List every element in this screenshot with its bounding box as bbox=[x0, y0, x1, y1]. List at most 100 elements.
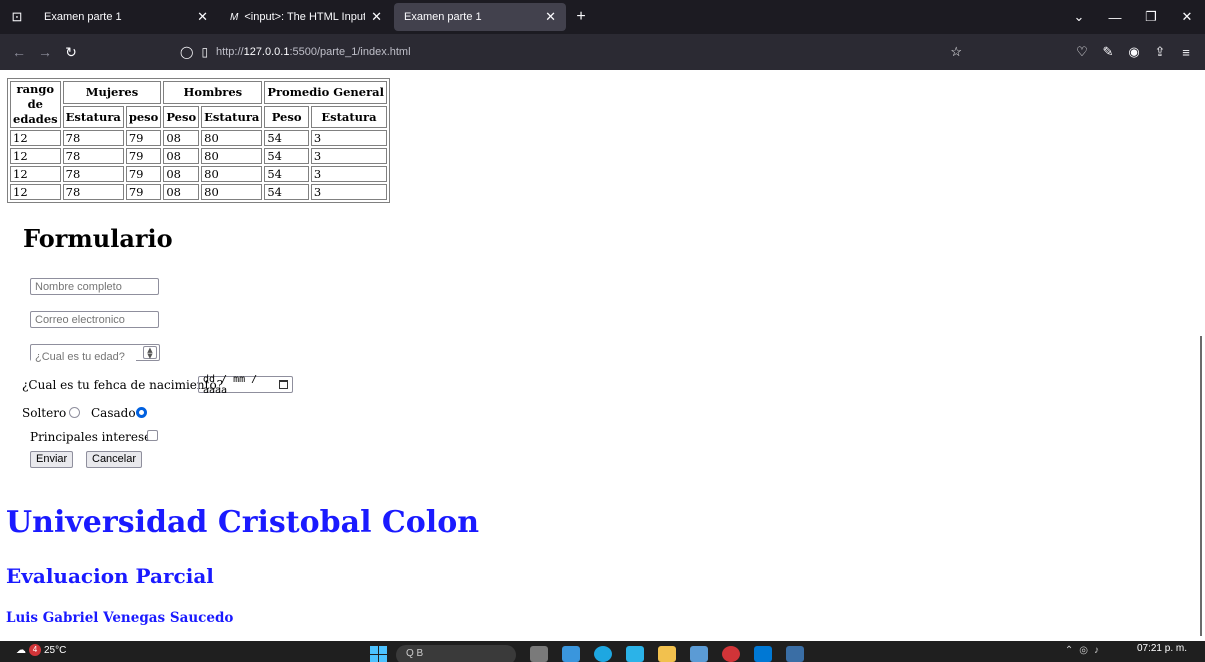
table-cell: 80 bbox=[201, 184, 263, 200]
tab-title: Examen parte 1 bbox=[44, 11, 122, 23]
table-cell: 80 bbox=[201, 130, 263, 146]
table-header-cell: Mujeres bbox=[62, 81, 162, 104]
browser-tab-bar: ⊡ Examen parte 1 ✕ M <input>: The HTML I… bbox=[0, 0, 1205, 34]
submit-button[interactable]: Enviar bbox=[30, 451, 74, 468]
mail-icon[interactable] bbox=[690, 646, 708, 662]
table-cell: 79 bbox=[125, 130, 162, 146]
table-cell: 78 bbox=[62, 166, 124, 182]
weather-widget[interactable]: ☁ 4 25°C bbox=[16, 644, 66, 656]
minimize-icon[interactable]: — bbox=[1097, 10, 1133, 25]
weather-temp: 25°C bbox=[44, 644, 67, 656]
new-tab-icon[interactable]: + bbox=[568, 8, 594, 26]
browser-nav-bar: ← → ↻ ◯ ▯ http://127.0.0.1:5500/parte_1/… bbox=[0, 34, 1205, 70]
tab-examen-1[interactable]: Examen parte 1 ✕ bbox=[34, 3, 218, 31]
table-cell: 79 bbox=[125, 166, 162, 182]
tab-list-icon[interactable]: ⊡ bbox=[0, 0, 34, 34]
extensions-icon[interactable]: ⇪ bbox=[1147, 44, 1173, 60]
age-input-wrapper: ▲▼ bbox=[30, 344, 160, 365]
tab-examen-active[interactable]: Examen parte 1 ✕ bbox=[394, 3, 566, 31]
table-header-cell: Peso bbox=[163, 105, 200, 128]
table-header-cell: Estatura bbox=[62, 105, 124, 128]
table-cell: 08 bbox=[163, 130, 200, 146]
birthdate-label: ¿Cual es tu fehca de nacimiento? bbox=[22, 378, 224, 392]
married-radio[interactable] bbox=[136, 407, 147, 418]
stepper-icon[interactable]: ▲ ▼ bbox=[143, 346, 157, 360]
system-tray-icons[interactable]: ⌃◎♪ bbox=[1065, 645, 1105, 656]
url-bar[interactable]: ◯ ▯ http://127.0.0.1:5500/parte_1/index.… bbox=[180, 39, 970, 65]
pocket-icon[interactable]: ♡ bbox=[1069, 44, 1095, 60]
name-input[interactable] bbox=[30, 278, 159, 295]
restore-icon[interactable]: ❐ bbox=[1133, 9, 1169, 25]
mdn-favicon-icon: M bbox=[230, 11, 239, 23]
table-cell: 79 bbox=[125, 148, 162, 164]
married-label: Casado bbox=[91, 406, 136, 420]
cancel-button[interactable]: Cancelar bbox=[86, 451, 143, 468]
table-cell: 3 bbox=[310, 130, 387, 146]
task-view-icon[interactable] bbox=[530, 646, 548, 662]
table-cell: 79 bbox=[125, 184, 162, 200]
close-window-icon[interactable]: ✕ bbox=[1169, 9, 1205, 25]
table-cell: 08 bbox=[163, 184, 200, 200]
cloud-icon: ☁ bbox=[16, 644, 26, 656]
form-title: Formulario bbox=[23, 224, 173, 253]
account-icon[interactable]: ◉ bbox=[1121, 44, 1147, 60]
close-tab-icon[interactable]: ✕ bbox=[545, 9, 556, 25]
table-cell: 78 bbox=[62, 130, 124, 146]
notification-badge: 4 bbox=[29, 644, 41, 656]
tab-mdn-input[interactable]: M <input>: The HTML Input elem ✕ bbox=[220, 3, 392, 31]
email-input[interactable] bbox=[30, 311, 159, 328]
back-icon[interactable]: ← bbox=[6, 44, 32, 60]
table-header-cell: Hombres bbox=[163, 81, 263, 104]
university-heading: Universidad Cristobal Colon bbox=[6, 505, 480, 540]
opera-icon[interactable] bbox=[722, 646, 740, 662]
vscode-icon[interactable] bbox=[754, 646, 772, 662]
file-explorer-icon[interactable] bbox=[658, 646, 676, 662]
tab-title: <input>: The HTML Input elem bbox=[244, 11, 366, 23]
author-heading: Luis Gabriel Venegas Saucedo bbox=[6, 610, 234, 626]
edge-icon[interactable] bbox=[594, 646, 612, 662]
reload-icon[interactable]: ↻ bbox=[58, 44, 84, 61]
window-controls: ⌄ — ❐ ✕ bbox=[1061, 0, 1205, 34]
table-cell: 78 bbox=[62, 148, 124, 164]
table-cell: 08 bbox=[163, 148, 200, 164]
table-cell: 3 bbox=[310, 166, 387, 182]
table-header-row: rango de edades Mujeres Hombres Promedio Ge… bbox=[10, 81, 387, 128]
table-header-cell: Estatura bbox=[310, 105, 387, 128]
forward-icon[interactable]: → bbox=[32, 44, 58, 60]
birthdate-input[interactable]: dd / mm / aaaa bbox=[198, 373, 293, 396]
active-app-icon[interactable] bbox=[786, 646, 804, 662]
page-scrollbar[interactable] bbox=[1200, 336, 1202, 636]
menu-icon[interactable]: ≡ bbox=[1173, 45, 1199, 60]
single-radio[interactable] bbox=[69, 407, 80, 418]
data-table: rango de edades Mujeres Hombres Promedio Ge… bbox=[7, 78, 390, 203]
wrench-icon[interactable]: ✎ bbox=[1095, 44, 1121, 60]
close-tab-icon[interactable]: ✕ bbox=[197, 9, 208, 25]
url-prefix: http:// bbox=[216, 46, 244, 58]
age-input[interactable] bbox=[31, 349, 136, 365]
tracking-shield-icon[interactable]: ◯ bbox=[180, 45, 193, 59]
date-placeholder: dd / mm / aaaa bbox=[203, 373, 258, 396]
table-cell: 3 bbox=[310, 148, 387, 164]
table-cell: 08 bbox=[163, 166, 200, 182]
table-cell: 12 bbox=[10, 184, 61, 200]
windows-start-icon[interactable] bbox=[370, 646, 388, 662]
table-header-cell: Peso bbox=[264, 105, 309, 128]
table-row: 12 78 79 08 80 54 3 bbox=[10, 184, 387, 200]
page-icon[interactable]: ▯ bbox=[201, 45, 208, 59]
bookmark-star-icon[interactable]: ☆ bbox=[950, 44, 962, 60]
table-cell: 54 bbox=[264, 184, 309, 200]
store-icon[interactable] bbox=[562, 646, 580, 662]
app-icon[interactable] bbox=[626, 646, 644, 662]
calendar-icon[interactable] bbox=[279, 380, 288, 389]
interests-checkbox[interactable] bbox=[147, 430, 158, 441]
table-cell: 54 bbox=[264, 148, 309, 164]
table-cell: 54 bbox=[264, 130, 309, 146]
list-all-tabs-icon[interactable]: ⌄ bbox=[1061, 9, 1097, 25]
table-row: 12 78 79 08 80 54 3 bbox=[10, 166, 387, 182]
taskbar-search[interactable]: Q B bbox=[396, 645, 516, 662]
close-tab-icon[interactable]: ✕ bbox=[371, 9, 382, 25]
table-body: 12 78 79 08 80 54 3 12 78 79 08 80 54 3 12 78 79 08 80 54 3 1… bbox=[10, 130, 387, 200]
taskbar-apps bbox=[530, 646, 804, 662]
toolbar-right: ♡ ✎ ◉ ⇪ ≡ bbox=[1069, 34, 1199, 70]
single-label: Soltero bbox=[22, 406, 67, 420]
